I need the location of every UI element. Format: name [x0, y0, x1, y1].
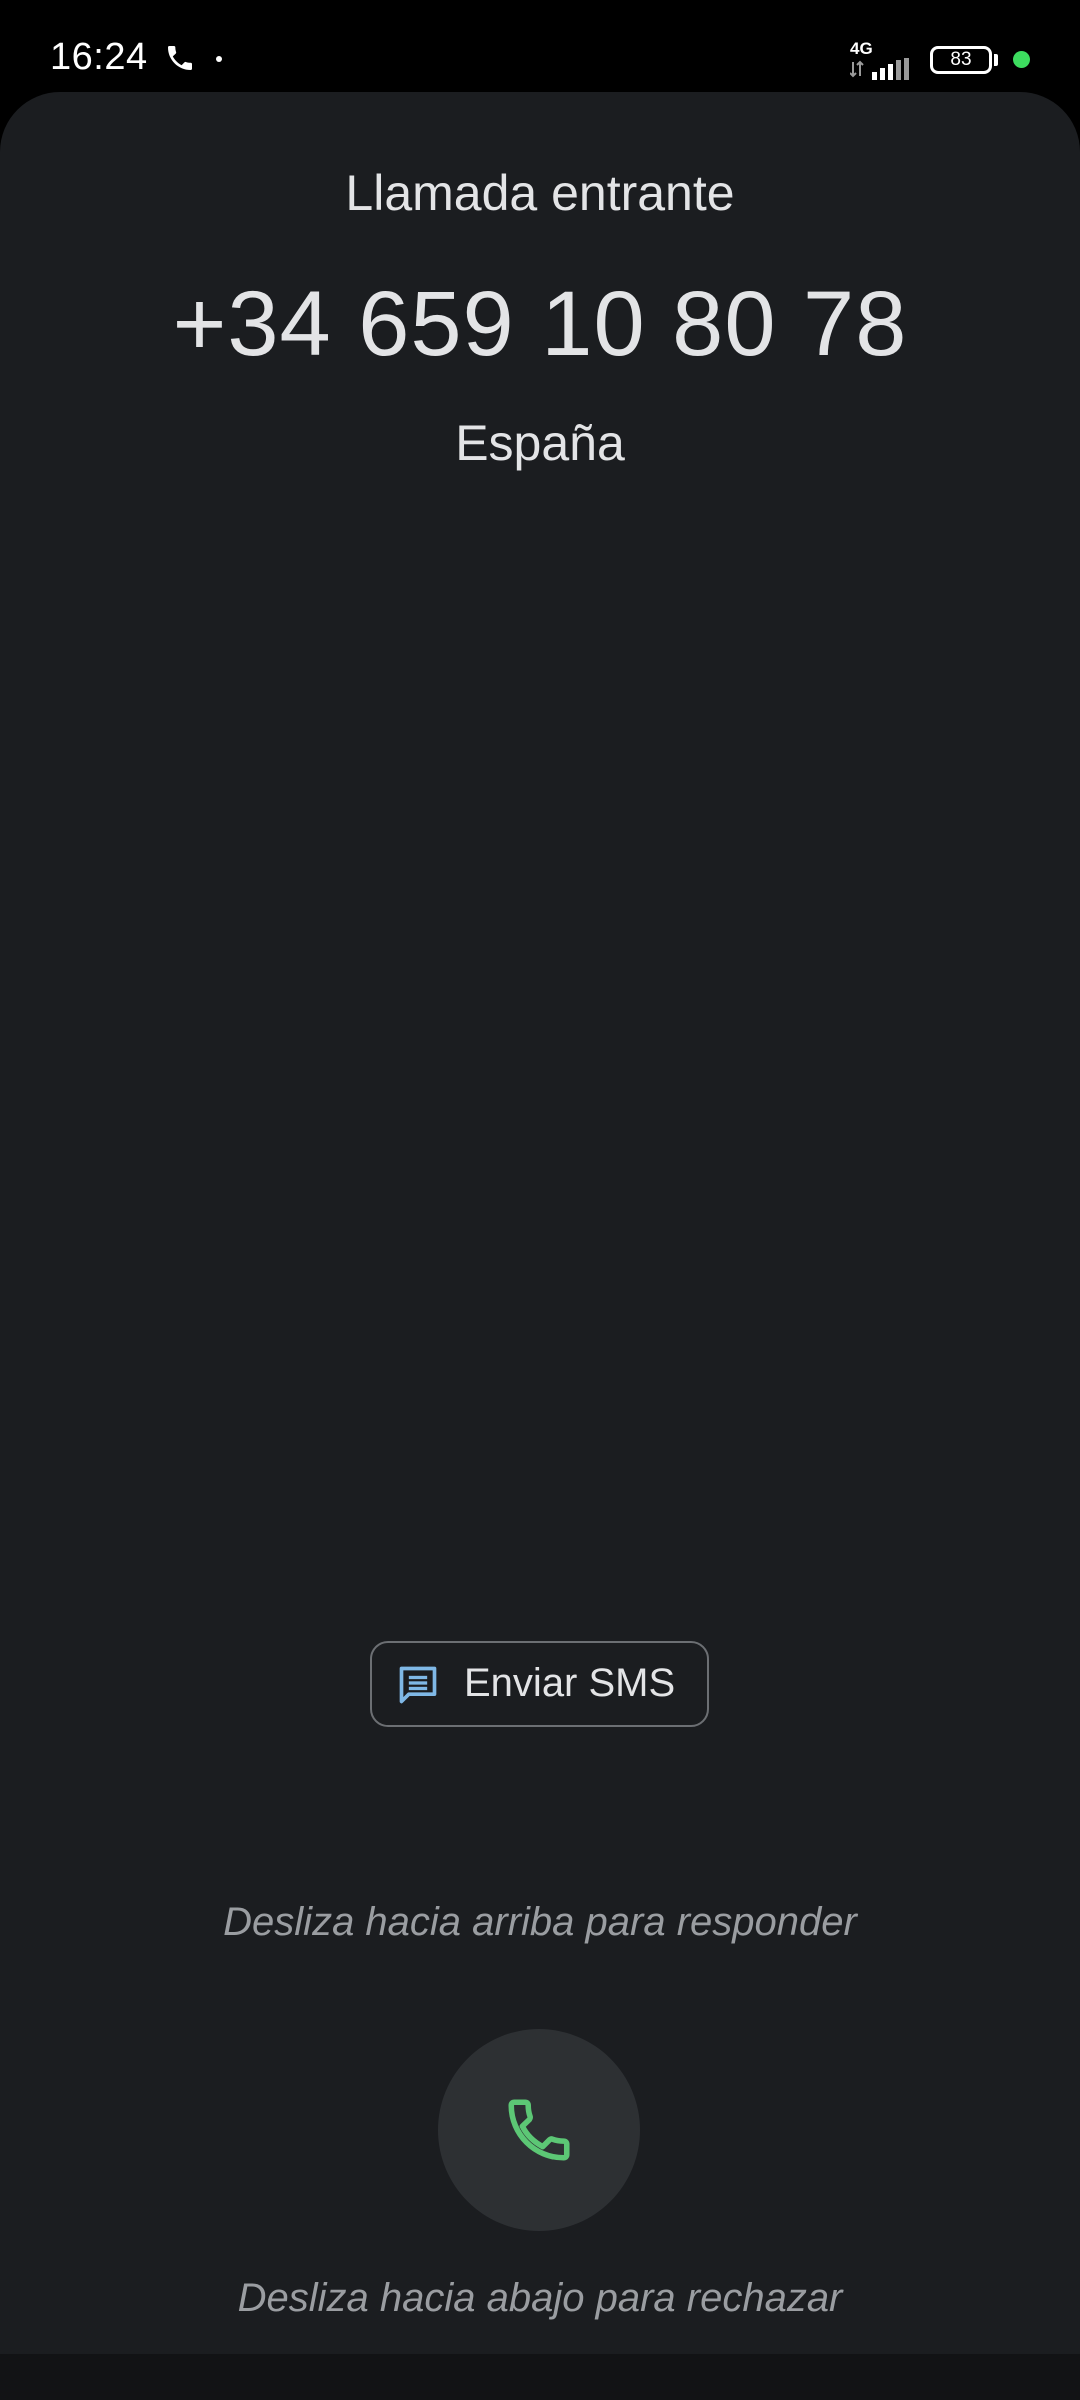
battery-level: 83 — [950, 49, 972, 70]
reject-hint: Desliza hacia abajo para rechazar — [237, 2276, 843, 2320]
send-sms-button[interactable]: Enviar SMS — [370, 1641, 709, 1727]
battery-icon: 83 — [930, 46, 992, 74]
signal-icon: 4G — [850, 40, 920, 80]
caller-number: +34 659 10 80 78 — [172, 273, 908, 375]
navigation-bar — [0, 2354, 1080, 2400]
signal-bars-icon — [850, 58, 909, 80]
status-time: 16:24 — [50, 36, 148, 78]
battery-tip — [994, 54, 998, 66]
status-bar: 16:24 4G 83 — [0, 0, 1080, 92]
caller-location: España — [455, 415, 625, 471]
network-type-label: 4G — [850, 39, 873, 58]
answer-hint: Desliza hacia arriba para responder — [223, 1900, 857, 1944]
send-sms-label: Enviar SMS — [464, 1661, 676, 1705]
phone-answer-icon — [508, 2099, 570, 2161]
privacy-indicator-icon — [1013, 51, 1030, 68]
message-icon — [399, 1666, 437, 1704]
answer-call-button[interactable] — [438, 2029, 640, 2231]
notification-dot-icon — [216, 56, 222, 62]
call-panel: Llamada entrante +34 659 10 80 78 España… — [0, 92, 1080, 2354]
incoming-call-screen: 16:24 4G 83 Llamada entrante +34 659 10 … — [0, 0, 1080, 2400]
call-status-label: Llamada entrante — [345, 165, 735, 221]
phone-icon — [168, 46, 192, 70]
